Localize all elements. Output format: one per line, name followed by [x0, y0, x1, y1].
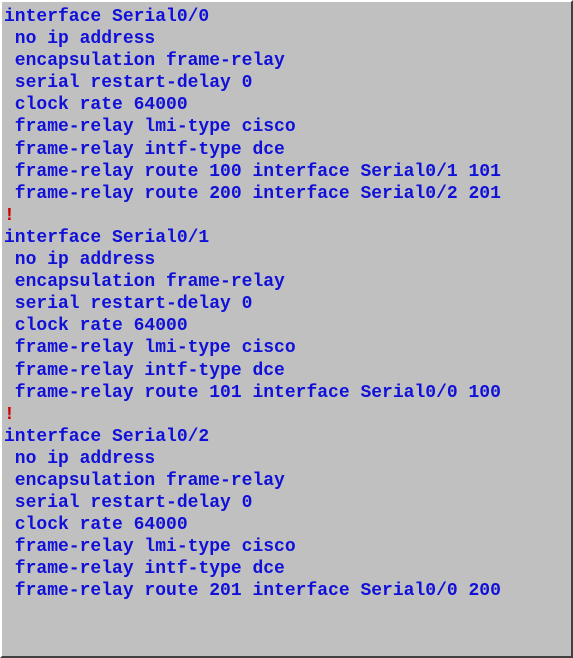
- config-line: frame-relay intf-type dce: [4, 558, 565, 580]
- separator-bang: !: [4, 205, 565, 227]
- interface-header: interface Serial0/1: [4, 227, 565, 249]
- config-line: serial restart-delay 0: [4, 72, 565, 94]
- config-line: serial restart-delay 0: [4, 492, 565, 514]
- config-line: clock rate 64000: [4, 94, 565, 116]
- config-line: frame-relay lmi-type cisco: [4, 337, 565, 359]
- config-line: frame-relay route 201 interface Serial0/…: [4, 580, 565, 602]
- config-line: frame-relay route 200 interface Serial0/…: [4, 183, 565, 205]
- config-line: encapsulation frame-relay: [4, 50, 565, 72]
- interface-header: interface Serial0/2: [4, 426, 565, 448]
- terminal-window: interface Serial0/0 no ip address encaps…: [0, 0, 573, 658]
- config-line: frame-relay lmi-type cisco: [4, 116, 565, 138]
- config-line: frame-relay intf-type dce: [4, 360, 565, 382]
- config-line: no ip address: [4, 249, 565, 271]
- config-line: no ip address: [4, 448, 565, 470]
- config-output: interface Serial0/0 no ip address encaps…: [4, 6, 565, 603]
- config-line: frame-relay route 101 interface Serial0/…: [4, 382, 565, 404]
- config-line: encapsulation frame-relay: [4, 271, 565, 293]
- separator-bang: !: [4, 404, 565, 426]
- config-line: encapsulation frame-relay: [4, 470, 565, 492]
- config-line: clock rate 64000: [4, 315, 565, 337]
- config-line: no ip address: [4, 28, 565, 50]
- config-line: frame-relay route 100 interface Serial0/…: [4, 161, 565, 183]
- config-line: clock rate 64000: [4, 514, 565, 536]
- interface-header: interface Serial0/0: [4, 6, 565, 28]
- config-line: frame-relay lmi-type cisco: [4, 536, 565, 558]
- config-line: frame-relay intf-type dce: [4, 139, 565, 161]
- config-line: serial restart-delay 0: [4, 293, 565, 315]
